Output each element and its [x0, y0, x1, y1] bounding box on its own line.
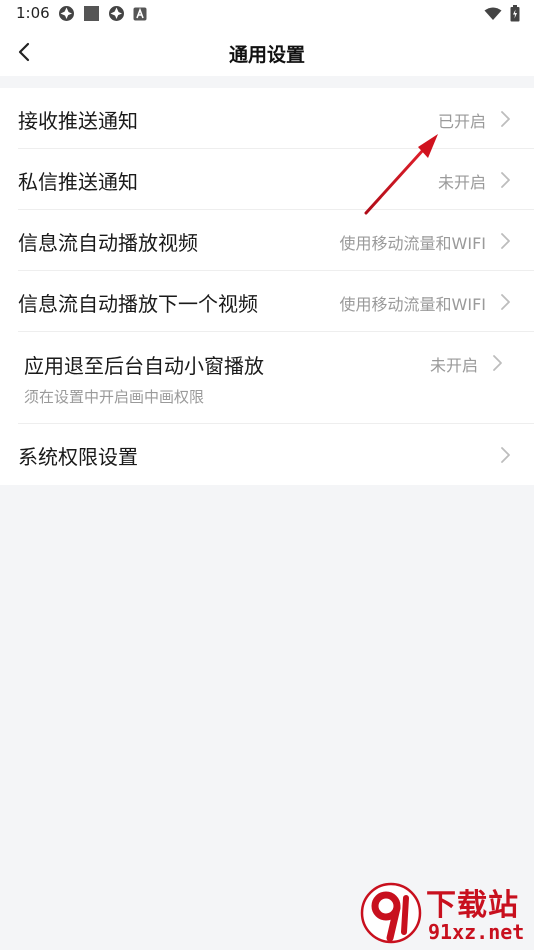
- setting-row-background-mini-window[interactable]: 应用退至后台自动小窗播放 须在设置中开启画中画权限 未开启: [0, 332, 534, 424]
- wifi-icon: [484, 7, 502, 20]
- watermark: 下载站 91xz.net: [360, 878, 530, 948]
- setting-label: 系统权限设置: [18, 445, 138, 469]
- watermark-brand: 下载站: [426, 888, 519, 923]
- setting-row-system-permissions[interactable]: 系统权限设置: [0, 424, 534, 485]
- chevron-right-icon: [501, 447, 510, 463]
- app-a-icon: [133, 7, 147, 20]
- setting-value: 未开启: [429, 356, 478, 375]
- stop-square-icon: [84, 6, 99, 21]
- status-bar: 1:06: [0, 0, 534, 28]
- setting-value: 未开启: [437, 173, 486, 192]
- settings-list: 接收推送通知 已开启 私信推送通知 未开启 信息流自动播放视频 使用移动流量和W…: [0, 88, 534, 485]
- setting-row-push-notifications[interactable]: 接收推送通知 已开启: [0, 88, 534, 149]
- page-title: 通用设置: [228, 44, 305, 66]
- battery-icon: [510, 5, 520, 22]
- setting-value: 使用移动流量和WIFI: [339, 234, 486, 253]
- setting-label: 信息流自动播放视频: [18, 231, 198, 255]
- status-time: 1:06: [16, 4, 50, 22]
- setting-value: 使用移动流量和WIFI: [339, 295, 486, 314]
- setting-label: 接收推送通知: [18, 109, 138, 133]
- setting-row-feed-autoplay-next-video[interactable]: 信息流自动播放下一个视频 使用移动流量和WIFI: [0, 271, 534, 332]
- status-system-icons: [484, 5, 520, 22]
- watermark-domain: 91xz.net: [428, 920, 525, 944]
- setting-value: 已开启: [437, 112, 486, 131]
- aperture-icon: [59, 6, 74, 21]
- section-gap: [0, 76, 534, 88]
- status-notification-icons: [58, 5, 147, 22]
- chevron-right-icon: [493, 355, 502, 371]
- watermark-logo: [360, 882, 422, 944]
- chevron-right-icon: [501, 294, 510, 310]
- aperture-icon: [109, 6, 124, 21]
- setting-label: 应用退至后台自动小窗播放: [24, 354, 264, 378]
- chevron-right-icon: [501, 172, 510, 188]
- setting-label: 私信推送通知: [18, 170, 138, 194]
- chevron-right-icon: [501, 111, 510, 127]
- setting-row-feed-autoplay-video[interactable]: 信息流自动播放视频 使用移动流量和WIFI: [0, 210, 534, 271]
- chevron-right-icon: [501, 233, 510, 249]
- setting-row-private-message-notifications[interactable]: 私信推送通知 未开启: [0, 149, 534, 210]
- setting-label: 信息流自动播放下一个视频: [18, 292, 258, 316]
- setting-sublabel: 须在设置中开启画中画权限: [24, 388, 205, 406]
- navigation-bar: 通用设置: [0, 28, 534, 76]
